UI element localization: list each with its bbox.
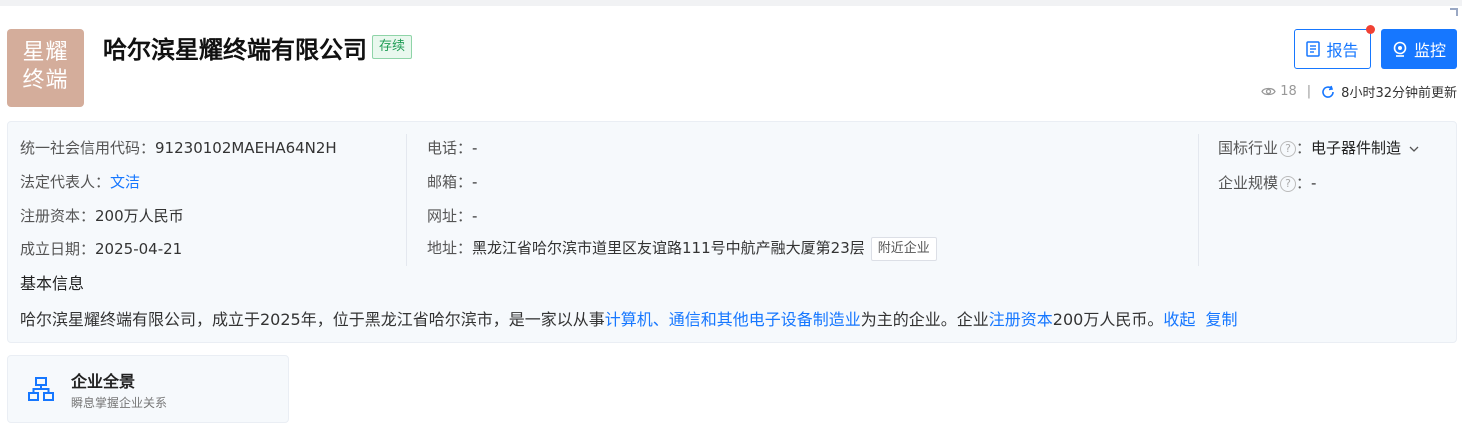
notification-dot [1366, 25, 1375, 34]
legal-rep-field: 法定代表人：文洁 [20, 171, 140, 192]
monitor-label: 监控 [1413, 41, 1446, 60]
company-summary: 哈尔滨星耀终端有限公司，成立于2025年，位于黑龙江省哈尔滨市，是一家以从事计算… [20, 306, 1238, 330]
logo-text: 星耀 终端 [22, 40, 69, 93]
eye-icon [1261, 87, 1276, 96]
panorama-title: 企业全景 [71, 372, 136, 391]
column-divider-2 [1198, 134, 1199, 266]
address-value: 黑龙江省哈尔滨市道里区友谊路111号中航产融大厦第23层 [472, 239, 865, 257]
legal-rep-link[interactable]: 文洁 [110, 173, 140, 191]
company-logo: 星耀 终端 [7, 29, 84, 107]
meta-row: 18 | 8小时32分钟前更新 [1261, 82, 1457, 101]
phone-value: - [472, 139, 478, 157]
report-button[interactable]: 报告 [1294, 29, 1371, 69]
meta-separator: | [1306, 84, 1312, 99]
address-field: 地址：黑龙江省哈尔滨市道里区友谊路111号中航产融大厦第23层 附近企业 [427, 237, 937, 261]
help-icon[interactable]: ? [1280, 176, 1297, 192]
status-badge: 存续 [372, 35, 413, 59]
company-name: 哈尔滨星耀终端有限公司 [103, 36, 367, 64]
reg-capital-link[interactable]: 注册资本 [989, 310, 1053, 329]
reg-capital-label: 注册资本： [20, 207, 96, 225]
website-field: 网址：- [427, 205, 477, 226]
help-icon[interactable]: ? [1280, 141, 1297, 157]
top-strip [0, 0, 1462, 6]
founded-label: 成立日期： [20, 240, 96, 258]
reg-capital-field: 注册资本：200万人民币 [20, 205, 184, 226]
document-icon [1306, 41, 1321, 57]
refresh-icon[interactable] [1321, 85, 1335, 99]
monitor-button[interactable]: 监控 [1381, 29, 1457, 69]
industry-label: 国标行业 [1218, 139, 1279, 157]
column-divider-1 [406, 134, 407, 266]
reg-capital-value: 200万人民币 [95, 207, 184, 225]
founded-field: 成立日期：2025-04-21 [20, 238, 182, 259]
phone-label: 电话： [427, 139, 473, 157]
credit-code-field: 统一社会信用代码：91230102MAEHA64N2H [20, 137, 337, 158]
industry-value[interactable]: 电子器件制造 [1311, 139, 1401, 157]
industry-colon: ： [1296, 139, 1312, 157]
summary-text-3: 200万人民币。 [1052, 310, 1164, 329]
email-value: - [472, 173, 478, 191]
phone-field: 电话：- [427, 137, 477, 158]
scale-field: 企业规模? ：- [1218, 172, 1316, 193]
scale-label: 企业规模 [1218, 174, 1279, 192]
industry-field: 国标行业? ：电子器件制造 [1218, 137, 1419, 158]
collapse-link[interactable]: 收起 [1163, 310, 1195, 329]
email-label: 邮箱： [427, 173, 473, 191]
corner-expand-icon[interactable] [1450, 8, 1458, 16]
panorama-card[interactable]: 企业全景 瞬息掌握企业关系 [7, 355, 289, 423]
basic-info-title: 基本信息 [20, 274, 85, 293]
credit-code-value: 91230102MAEHA64N2H [155, 139, 337, 157]
credit-code-label: 统一社会信用代码： [20, 139, 156, 157]
org-chart-icon [28, 377, 54, 401]
report-label: 报告 [1326, 41, 1359, 60]
scale-colon: ： [1296, 174, 1312, 192]
scale-value: - [1311, 174, 1317, 192]
copy-link[interactable]: 复制 [1206, 310, 1238, 329]
summary-text-1: 哈尔滨星耀终端有限公司，成立于2025年，位于黑龙江省哈尔滨市，是一家以从事 [20, 310, 605, 329]
website-label: 网址： [427, 207, 473, 225]
address-label: 地址： [427, 239, 473, 257]
founded-value: 2025-04-21 [95, 240, 183, 258]
email-field: 邮箱：- [427, 171, 477, 192]
panorama-subtitle: 瞬息掌握企业关系 [71, 396, 168, 410]
nearby-companies-button[interactable]: 附近企业 [870, 237, 937, 261]
view-count: 18 [1261, 84, 1297, 99]
summary-text-2: 为主的企业。企业 [860, 310, 989, 329]
website-value: - [472, 207, 478, 225]
chevron-down-icon[interactable] [1409, 145, 1419, 153]
update-time: 8小时32分钟前更新 [1341, 86, 1457, 101]
legal-rep-label: 法定代表人： [20, 173, 111, 191]
view-count-value: 18 [1280, 84, 1297, 99]
monitor-eye-icon [1393, 41, 1407, 57]
industry-link[interactable]: 计算机、通信和其他电子设备制造业 [605, 310, 861, 329]
